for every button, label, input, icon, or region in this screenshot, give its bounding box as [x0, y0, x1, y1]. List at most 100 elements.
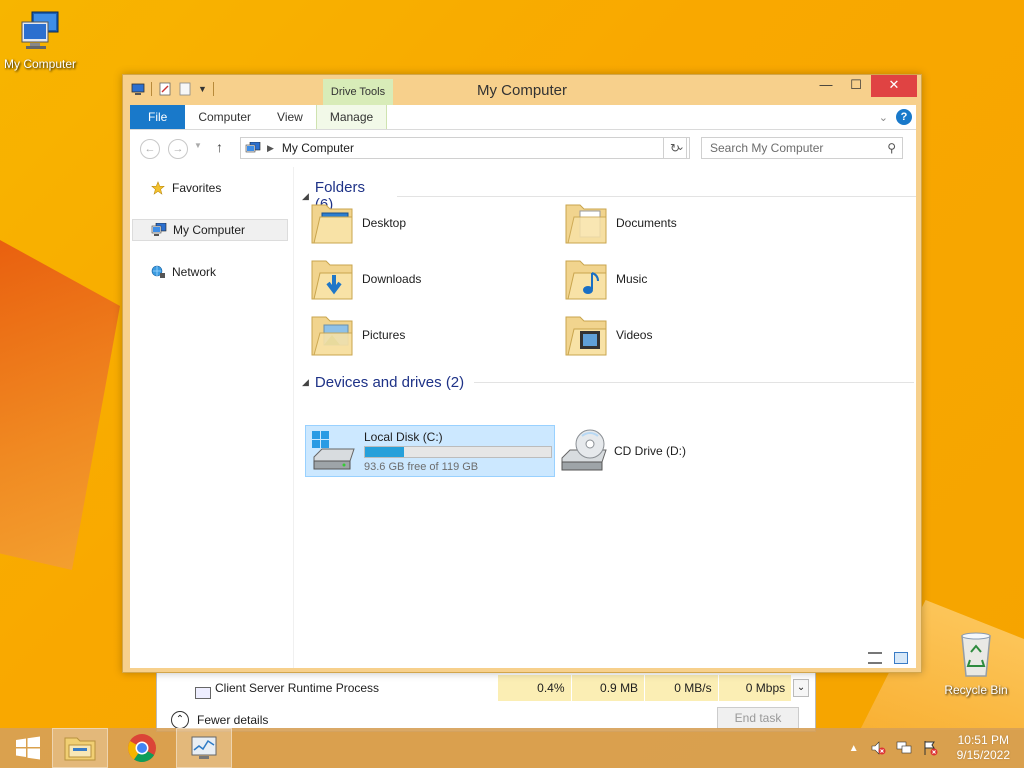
minimize-button[interactable]: —	[813, 75, 839, 97]
refresh-button[interactable]: ↻	[663, 137, 687, 159]
folder-tile-desktop[interactable]: Desktop	[310, 197, 560, 249]
nav-label: My Computer	[173, 223, 246, 237]
tab-view[interactable]: View	[264, 105, 316, 129]
windows-logo-icon	[16, 736, 40, 760]
clock-date: 9/15/2022	[956, 748, 1010, 762]
taskbar-chrome[interactable]	[114, 728, 170, 768]
taskbar-file-explorer[interactable]	[52, 728, 108, 768]
cd-drive-icon	[561, 429, 607, 471]
recycle-bin-icon	[961, 632, 991, 677]
action-center-icon[interactable]	[922, 740, 938, 756]
desktop-folder-icon	[311, 204, 353, 244]
process-icon	[195, 687, 211, 699]
expand-ribbon-icon[interactable]: ⌄	[879, 111, 888, 124]
network-icon	[151, 265, 165, 278]
start-button[interactable]	[0, 728, 56, 768]
cpu-cell: 0.4%	[497, 675, 571, 701]
title-bar[interactable]: ▼ Drive Tools My Computer — ☐ ✕	[123, 75, 921, 105]
drive-info: Local Disk (C:) 93.6 GB free of 119 GB	[364, 430, 554, 473]
documents-folder-icon	[565, 204, 607, 244]
address-bar[interactable]: ▶ My Computer ⌄	[240, 137, 690, 159]
drive-tile-cd[interactable]: CD Drive (D:)	[560, 425, 686, 477]
tab-manage[interactable]: Manage	[315, 105, 388, 129]
folder-name: Videos	[616, 328, 653, 342]
hard-drive-icon	[312, 431, 355, 470]
task-manager-icon	[191, 736, 217, 759]
window-title: My Computer	[476, 82, 568, 99]
clock-time: 10:51 PM	[957, 733, 1009, 747]
ribbon-tabs: File Computer View Manage ⌄ ?	[130, 105, 916, 130]
ribbon-controls: ⌄ ?	[879, 109, 912, 125]
folder-tile-downloads[interactable]: Downloads	[310, 253, 560, 305]
window-client: File Computer View Manage ⌄ ? ← → ▼ ↑ ▶ …	[130, 105, 916, 668]
desktop-icon-label: Recycle Bin	[944, 683, 1008, 697]
process-name-cell: Client Server Runtime Process	[165, 681, 497, 699]
computer-icon	[151, 223, 167, 236]
file-explorer-icon	[64, 737, 96, 761]
folder-tile-videos[interactable]: Videos	[564, 309, 814, 361]
nav-item-my-computer[interactable]: My Computer	[132, 219, 288, 241]
folder-name: Documents	[616, 216, 677, 230]
folder-tile-music[interactable]: Music	[564, 253, 814, 305]
computer-icon	[245, 141, 261, 152]
computer-icon	[21, 11, 59, 49]
close-button[interactable]: ✕	[871, 75, 917, 97]
end-task-button[interactable]: End task	[717, 707, 799, 729]
folder-name: Desktop	[362, 216, 407, 230]
address-text: My Computer	[281, 141, 354, 155]
folder-name: Pictures	[362, 328, 406, 342]
nav-item-network[interactable]: Network	[132, 261, 288, 283]
star-icon	[151, 181, 165, 195]
breadcrumb-separator-icon[interactable]: ▶	[267, 143, 274, 154]
folder-name: Music	[616, 272, 648, 286]
folder-tile-documents[interactable]: Documents	[564, 197, 814, 249]
folder-tile-pictures[interactable]: Pictures	[310, 309, 560, 361]
large-icons-view-icon[interactable]	[894, 652, 908, 664]
fewer-details-link[interactable]: ⌃ Fewer details	[171, 711, 268, 729]
process-name: Client Server Runtime Process	[215, 681, 380, 695]
drive-free-space: 93.6 GB free of 119 GB	[364, 460, 479, 473]
desktop-icon-my-computer[interactable]: My Computer	[0, 10, 80, 71]
folder-name: Downloads	[362, 272, 422, 286]
volume-muted-icon[interactable]	[870, 740, 886, 756]
search-placeholder: Search My Computer	[710, 141, 824, 155]
tab-file[interactable]: File	[130, 105, 186, 129]
content-pane: ◢ Folders (6) Desktop Documents Download…	[296, 167, 916, 668]
forward-button[interactable]: →	[168, 139, 188, 159]
process-row[interactable]: Client Server Runtime Process 0.4% 0.9 M…	[165, 675, 810, 701]
navigation-bar: ← → ▼ ↑ ▶ My Computer ⌄ ↻ Search My Comp…	[130, 131, 916, 165]
network-cell: 0 Mbps	[717, 675, 792, 701]
scroll-down-icon[interactable]: ⌄	[793, 679, 810, 697]
divider	[474, 382, 915, 383]
pictures-folder-icon	[311, 316, 353, 356]
help-icon[interactable]: ?	[896, 109, 912, 125]
back-button[interactable]: ←	[140, 139, 160, 159]
chevron-up-icon: ⌃	[171, 711, 189, 729]
nav-item-favorites[interactable]: Favorites	[132, 177, 288, 199]
collapse-icon: ◢	[302, 190, 309, 201]
music-folder-icon	[565, 260, 607, 300]
view-buttons	[868, 652, 908, 664]
show-hidden-icons-icon[interactable]: ▲	[849, 743, 859, 754]
network-status-icon[interactable]	[896, 740, 912, 756]
nav-label: Favorites	[172, 181, 222, 195]
group-header-devices[interactable]: ◢ Devices and drives (2)	[302, 374, 915, 391]
maximize-button[interactable]: ☐	[843, 75, 869, 97]
clock[interactable]: 10:51 PM 9/15/2022	[957, 733, 1010, 763]
videos-folder-icon	[565, 316, 607, 356]
drive-tile-local-disk[interactable]: Local Disk (C:) 93.6 GB free of 119 GB	[305, 425, 555, 477]
chrome-icon	[128, 734, 156, 762]
fewer-details-label: Fewer details	[197, 713, 269, 727]
search-icon[interactable]: ⚲	[887, 138, 896, 158]
wallpaper-shape	[0, 240, 120, 570]
up-button[interactable]: ↑	[216, 139, 223, 155]
system-tray: ▲ 10:51 PM 9/15/2022	[849, 728, 1024, 768]
tab-computer[interactable]: Computer	[185, 105, 264, 129]
taskbar-task-manager[interactable]	[176, 728, 232, 768]
details-view-icon[interactable]	[868, 652, 882, 664]
memory-cell: 0.9 MB	[570, 675, 645, 701]
desktop-icon-recycle-bin[interactable]: Recycle Bin	[936, 630, 1016, 697]
explorer-window: ▼ Drive Tools My Computer — ☐ ✕ File Com…	[122, 74, 922, 673]
search-input[interactable]: Search My Computer ⚲	[701, 137, 903, 159]
recent-locations-icon[interactable]: ▼	[194, 141, 202, 150]
